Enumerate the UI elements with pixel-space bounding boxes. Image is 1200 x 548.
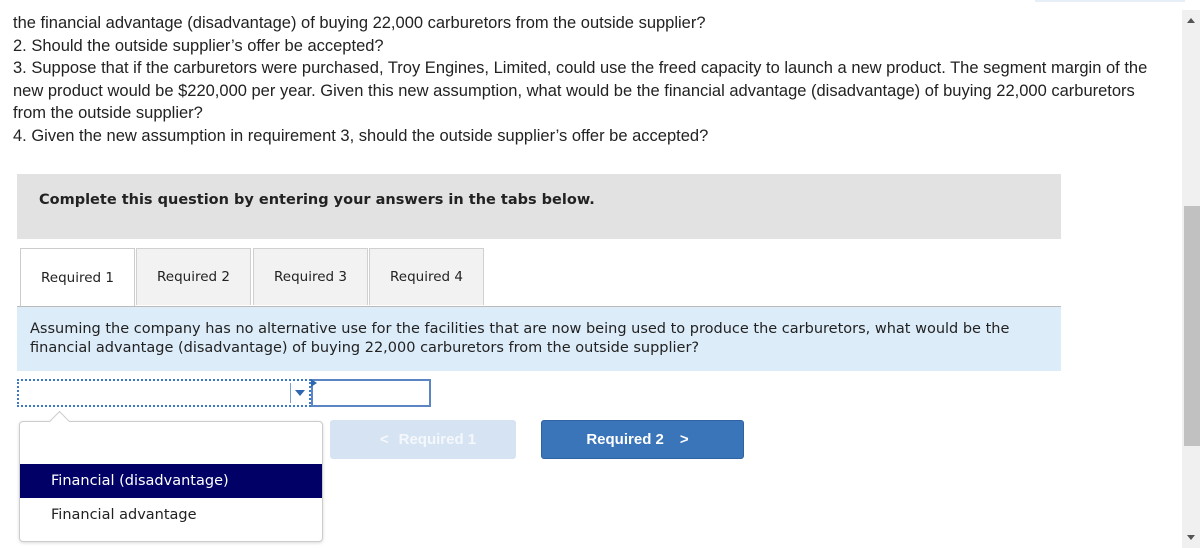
prompt-text: Assuming the company has no alternative …: [30, 321, 1010, 356]
question-line-4: 4. Given the new assumption in requireme…: [13, 126, 709, 145]
select-dropdown-menu: Financial (disadvantage) Financial advan…: [19, 410, 323, 542]
question-text: the financial advantage (disadvantage) o…: [13, 12, 1163, 147]
scrollbar-thumb[interactable]: [1184, 206, 1200, 446]
tab-required-4[interactable]: Required 4: [369, 248, 484, 305]
requirement-tabs: Required 1 Required 2 Required 3 Require…: [17, 248, 1061, 307]
tab-required-3[interactable]: Required 3: [253, 248, 368, 305]
prev-button-label: Required 1: [398, 431, 477, 448]
advantage-select[interactable]: [17, 379, 311, 407]
tab-required-1[interactable]: Required 1: [20, 248, 135, 306]
question-line-3: 3. Suppose that if the carburetors were …: [13, 59, 1148, 122]
instruction-banner: Complete this question by entering your …: [17, 174, 1061, 239]
question-line-2: 2. Should the outside supplier’s offer b…: [13, 36, 384, 55]
next-required-button[interactable]: Required 2 >: [541, 420, 744, 459]
requirement-prompt: Assuming the company has no alternative …: [17, 307, 1061, 371]
chevron-left-icon: <: [379, 431, 389, 448]
tab-required-2[interactable]: Required 2: [136, 248, 251, 305]
amount-input[interactable]: [311, 379, 431, 407]
vertical-scrollbar[interactable]: [1182, 10, 1200, 548]
question-line-1-tail: the financial advantage (disadvantage) o…: [13, 14, 706, 32]
dropdown-option-financial-disadvantage[interactable]: Financial (disadvantage): [20, 464, 322, 498]
input-flag-icon: [311, 379, 317, 387]
top-strip: [1035, 0, 1185, 2]
next-button-label: Required 2: [586, 431, 664, 448]
scroll-down-arrow-icon[interactable]: [1187, 535, 1195, 540]
chevron-down-icon[interactable]: [295, 390, 305, 396]
dropdown-option-blank[interactable]: [20, 428, 322, 462]
prev-required-button[interactable]: < Required 1: [330, 420, 516, 459]
chevron-right-icon: >: [679, 431, 689, 448]
instruction-text: Complete this question by entering your …: [39, 192, 595, 208]
dropdown-option-financial-advantage[interactable]: Financial advantage: [20, 498, 322, 532]
select-divider: [290, 383, 291, 403]
scroll-up-arrow-icon[interactable]: [1187, 18, 1195, 23]
